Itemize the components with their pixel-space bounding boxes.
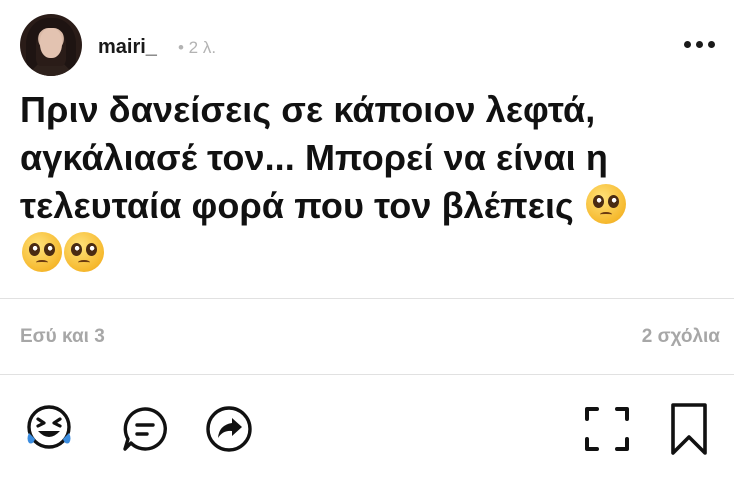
post-text-line	[20, 230, 720, 278]
pleading-face-emoji-icon	[22, 232, 62, 272]
bookmark-icon	[671, 403, 707, 455]
post-body: Πριν δανείσεις σε κάποιον λεφτά, αγκάλια…	[20, 86, 720, 278]
pleading-face-emoji-icon	[64, 232, 104, 272]
more-dot-icon	[707, 40, 715, 48]
action-bar	[20, 400, 720, 458]
expand-icon	[585, 407, 629, 451]
more-dot-icon	[683, 40, 691, 48]
divider	[0, 374, 734, 375]
post-stats: Εσύ και 3 2 σχόλια	[20, 326, 720, 352]
share-button[interactable]	[200, 400, 258, 458]
username[interactable]: mairi_	[98, 36, 157, 59]
comment-button[interactable]	[116, 400, 174, 458]
comments-count[interactable]: 2 σχόλια	[642, 326, 720, 348]
post-text-line: αγκάλιασέ τον... Μπορεί να είναι η	[20, 137, 608, 178]
comment-icon	[123, 407, 167, 451]
laughing-reaction-icon	[27, 405, 71, 449]
divider	[0, 298, 734, 299]
share-icon	[206, 406, 252, 452]
post-text-line: Πριν δανείσεις σε κάποιον λεφτά,	[20, 89, 596, 130]
pleading-face-emoji-icon	[586, 184, 626, 224]
post-text-line: τελευταία φορά που τον βλέπεις	[20, 182, 720, 230]
avatar[interactable]	[20, 14, 82, 76]
post-time: • 2 λ.	[178, 38, 217, 57]
expand-button[interactable]	[578, 400, 636, 458]
bookmark-button[interactable]	[660, 400, 718, 458]
more-options-button[interactable]	[678, 30, 720, 58]
more-dot-icon	[695, 40, 703, 48]
laughing-reaction-button[interactable]	[20, 400, 78, 458]
post-header: mairi_ • 2 λ.	[20, 14, 720, 80]
reactions-count[interactable]: Εσύ και 3	[20, 326, 105, 348]
